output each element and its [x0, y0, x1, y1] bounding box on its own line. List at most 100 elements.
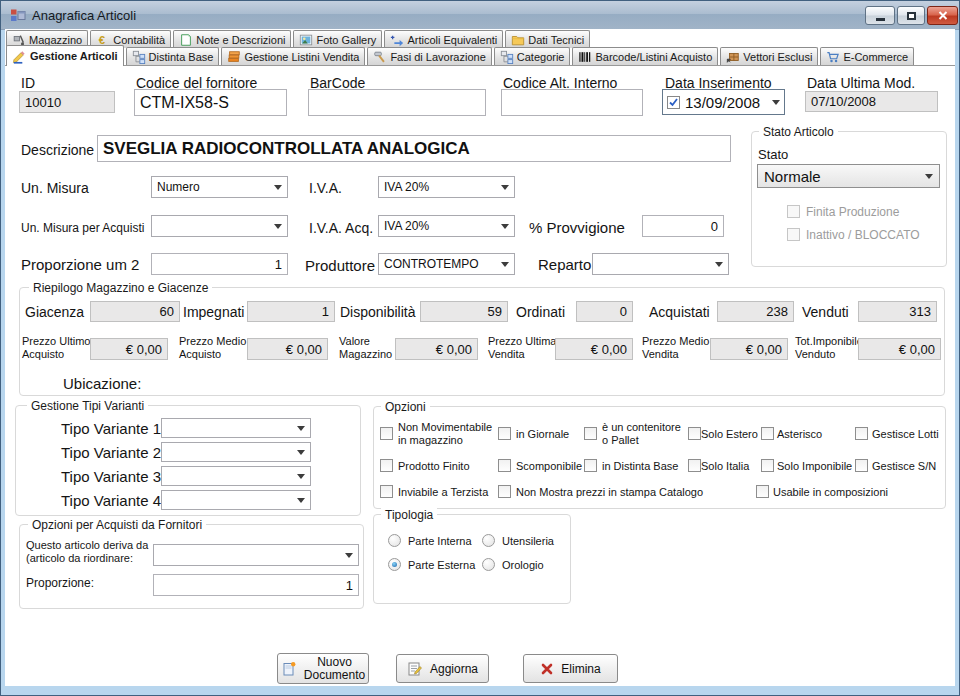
aggiorna-button[interactable]: Aggiorna	[396, 654, 489, 683]
produttore-combo[interactable]: CONTROTEMPO	[378, 253, 515, 275]
disponibilita-label: Disponibilità	[340, 304, 415, 320]
provvigione-field[interactable]: 0	[642, 215, 724, 237]
tab-e-commerce[interactable]: E-Commerce	[820, 47, 914, 65]
fornitore-field[interactable]: CTM-IX58-S	[134, 89, 287, 116]
parte-esterna-radio[interactable]	[388, 558, 401, 571]
venduti-label: Venduti	[802, 304, 849, 320]
proporzione-um2-label: Proporzione um 2	[21, 256, 139, 273]
dropdown-arrow-icon	[501, 224, 509, 229]
gestisce-sn-checkbox[interactable]	[855, 459, 868, 472]
data-ultima-mod-label: Data Ultima Mod.	[807, 75, 915, 91]
photo-icon	[299, 33, 313, 47]
cart-icon	[826, 50, 840, 64]
stato-combo[interactable]: Normale	[757, 164, 940, 188]
opzioni-group-title: Opzioni	[381, 400, 430, 414]
solo-estero-label: Solo Estero	[701, 428, 758, 441]
prezzo-ultimo-acquisto-label: Prezzo UltimoAcquisto	[22, 335, 90, 361]
deriva-combo[interactable]	[153, 544, 359, 566]
prezzo-medio-acquisto-field: € 0,00	[247, 338, 328, 360]
tipo-variante-3-combo[interactable]	[161, 466, 311, 486]
scomponibile-checkbox[interactable]	[498, 459, 511, 472]
venduti-field: 313	[858, 301, 937, 322]
nuovo-documento-button[interactable]: NuovoDocumento	[277, 653, 369, 684]
non-mostra-prezzi-checkbox[interactable]	[498, 485, 511, 498]
parte-interna-radio[interactable]	[388, 534, 401, 547]
tab-label: Gestione Listini Vendita	[244, 51, 359, 63]
tipo-variante-4-combo[interactable]	[161, 490, 311, 510]
acquisti-group	[19, 524, 364, 609]
contenitore-pallet-label: è un contenitoreo Pallet	[602, 421, 681, 447]
prezzo-medio-vendita-label: Prezzo MedioVendita	[642, 335, 709, 361]
reparto-combo[interactable]	[592, 253, 729, 275]
in-distinta-base-checkbox[interactable]	[584, 459, 597, 472]
descrizione-field[interactable]: SVEGLIA RADIOCONTROLLATA ANALOGICA	[97, 135, 731, 162]
utensileria-radio[interactable]	[482, 534, 495, 547]
un-misura-combo[interactable]: Numero	[151, 176, 288, 198]
iva-acq-value: IVA 20%	[384, 219, 429, 233]
contenitore-pallet-checkbox[interactable]	[584, 427, 597, 440]
tipo-variante-2-combo[interactable]	[161, 442, 311, 462]
usabile-composizioni-checkbox[interactable]	[756, 485, 769, 498]
proporzione-field[interactable]: 1	[153, 574, 359, 596]
parte-interna-label: Parte Interna	[408, 535, 472, 548]
in-giornale-checkbox[interactable]	[498, 427, 511, 440]
un-misura-label: Un. Misura	[21, 180, 89, 196]
tab-gestione-listini-vendita[interactable]: Gestione Listini Vendita	[221, 47, 365, 65]
pricebook-icon	[227, 50, 241, 64]
tot-imponibile-venduto-field: € 0,00	[858, 338, 941, 360]
prezzo-ultimo-acquisto-field: € 0,00	[90, 338, 168, 360]
iva-combo[interactable]: IVA 20%	[378, 176, 515, 198]
tab-divider	[5, 65, 955, 66]
inattivo-bloccato-checkbox[interactable]	[787, 228, 800, 241]
window: Anagrafica Articoli Magazzino € Contabil…	[0, 0, 960, 696]
produttore-value: CONTROTEMPO	[384, 257, 479, 271]
tab-label: Dati Tecnici	[528, 34, 584, 46]
dropdown-arrow-icon	[274, 185, 282, 190]
orgchart-icon	[132, 50, 146, 64]
tipo-variante-1-combo[interactable]	[161, 418, 311, 438]
stato-label: Stato	[758, 147, 788, 162]
iva-value: IVA 20%	[384, 180, 429, 194]
solo-estero-checkbox[interactable]	[688, 427, 701, 440]
non-movimentabile-checkbox[interactable]	[380, 427, 393, 440]
tab-fasi-di-lavorazione[interactable]: Fasi di Lavorazione	[367, 47, 491, 65]
tab-label: Magazzino	[29, 34, 82, 46]
tab-categorie[interactable]: Categorie	[494, 47, 571, 65]
folder-icon	[511, 33, 525, 47]
date-checkbox[interactable]	[667, 96, 680, 109]
dropdown-arrow-icon	[772, 100, 780, 105]
note-icon	[179, 33, 193, 47]
un-misura-acq-combo[interactable]	[151, 215, 288, 237]
ordinati-field: 0	[576, 301, 633, 322]
iva-acq-combo[interactable]: IVA 20%	[378, 215, 515, 237]
asterisco-checkbox[interactable]	[761, 427, 774, 440]
prodotto-finito-checkbox[interactable]	[380, 459, 393, 472]
tab-label: Vettori Esclusi	[743, 51, 812, 63]
gestisce-lotti-label: Gestisce Lotti	[872, 428, 939, 441]
tab-gestione-articoli[interactable]: Gestione Articoli	[6, 45, 124, 66]
new-document-icon	[281, 661, 297, 677]
tab-barcode-listini-acquisto[interactable]: Barcode/Listini Acquisto	[572, 47, 718, 65]
un-misura-acq-label: Un. Misura per Acquisti	[21, 221, 144, 235]
disponibilita-field: 59	[420, 301, 508, 322]
solo-imponibile-checkbox[interactable]	[761, 459, 774, 472]
tab-distinta-base[interactable]: Distinta Base	[126, 47, 220, 65]
data-inserimento-picker[interactable]: 13/09/2008	[662, 89, 785, 115]
finita-produzione-checkbox[interactable]	[787, 205, 800, 218]
codice-alt-field[interactable]	[501, 89, 643, 116]
descrizione-label: Descrizione	[21, 142, 94, 158]
proporzione-um2-field[interactable]: 1	[151, 253, 288, 275]
orologio-radio[interactable]	[482, 558, 495, 571]
inviabile-terzista-checkbox[interactable]	[380, 485, 393, 498]
dropdown-arrow-icon	[715, 262, 723, 267]
gestisce-lotti-checkbox[interactable]	[855, 427, 868, 440]
dropdown-arrow-icon	[345, 553, 353, 558]
categories-orgchart-icon	[500, 50, 514, 64]
in-distinta-base-label: in Distinta Base	[602, 460, 678, 473]
solo-italia-checkbox[interactable]	[688, 459, 701, 472]
tipo-variante-3-label: Tipo Variante 3	[61, 468, 161, 485]
elimina-button[interactable]: Elimina	[523, 654, 618, 683]
acquisti-group-title: Opzioni per Acquisti da Fornitori	[28, 518, 206, 532]
barcode-field[interactable]	[308, 89, 486, 116]
tab-vettori-esclusi[interactable]: Vettori Esclusi	[720, 47, 818, 65]
